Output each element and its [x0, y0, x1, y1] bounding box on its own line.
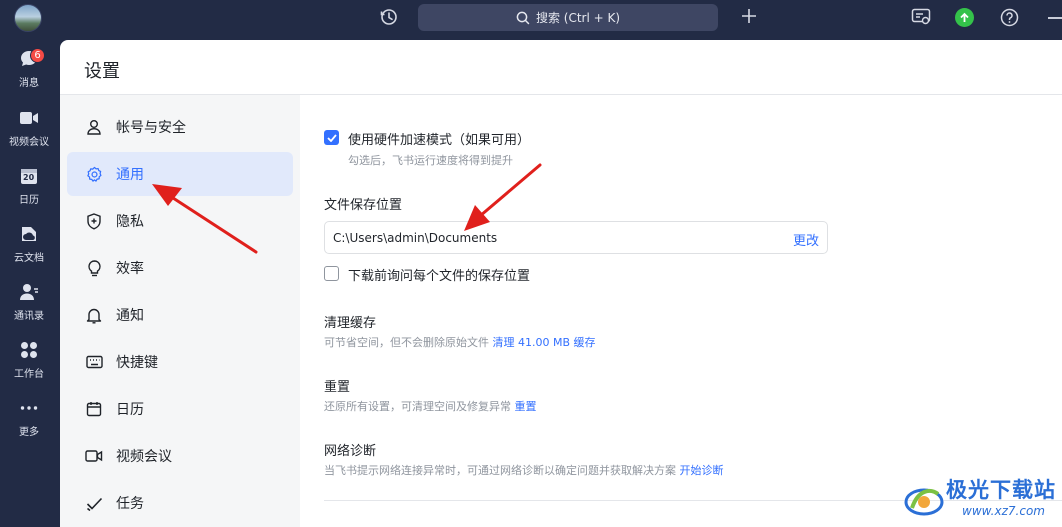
search-placeholder: 搜索 (Ctrl + K)	[535, 11, 621, 25]
menu-item-efficiency[interactable]: 效率	[67, 246, 293, 290]
history-icon[interactable]	[378, 6, 400, 28]
clear-cache-title: 清理缓存	[324, 316, 377, 331]
reset-link[interactable]: 重置	[515, 400, 537, 413]
rail-label: 日历	[19, 195, 39, 206]
task-check-icon	[85, 494, 103, 512]
settings-panel: 设置 帐号与安全 通用 隐私 效率 通知 快捷键 日历 视频会议 任务 使用硬件…	[60, 40, 1062, 527]
menu-item-label: 隐私	[116, 214, 144, 230]
menu-item-tasks[interactable]: 任务	[67, 481, 293, 525]
network-diag-desc-row: 当飞书提示网络连接异常时，可通过网络诊断以确定问题并获取解决方案 开始诊断	[324, 462, 724, 478]
hw-accel-desc: 勾选后，飞书运行速度将得到提升	[348, 154, 513, 167]
menu-item-video-meeting[interactable]: 视频会议	[67, 434, 293, 478]
rail-label: 消息	[19, 78, 39, 89]
reset-title: 重置	[324, 380, 351, 395]
aurora-logo-icon	[904, 488, 944, 516]
clear-cache-desc: 可节省空间，但不会删除原始文件	[324, 336, 489, 349]
menu-item-notifications[interactable]: 通知	[67, 293, 293, 337]
shield-plus-icon	[85, 212, 103, 230]
ask-location-label: 下载前询问每个文件的保存位置	[348, 269, 531, 284]
calendar-day-number: 20	[23, 173, 35, 182]
title-bar: 搜索 (Ctrl + K)	[0, 0, 1062, 38]
menu-item-label: 效率	[116, 261, 144, 277]
minimize-icon[interactable]	[1048, 17, 1062, 19]
more-dots-icon	[18, 397, 40, 419]
file-location-path: C:\Users\admin\Documents	[333, 231, 498, 245]
contacts-icon	[18, 281, 40, 303]
rail-label: 更多	[19, 427, 39, 438]
help-desk-icon[interactable]	[910, 6, 932, 28]
clear-cache-desc-row: 可节省空间，但不会删除原始文件 清理 41.00 MB 缓存	[324, 334, 596, 350]
menu-item-label: 视频会议	[116, 449, 172, 465]
search-input[interactable]: 搜索 (Ctrl + K)	[418, 4, 718, 31]
unread-badge: 6	[30, 48, 45, 63]
hw-accel-checkbox[interactable]	[324, 130, 339, 145]
help-icon[interactable]	[998, 6, 1020, 28]
rail-item-video-meeting[interactable]: 视频会议	[0, 103, 58, 155]
rail-item-more[interactable]: 更多	[0, 393, 58, 445]
reset-desc: 还原所有设置，可清理空间及修复异常	[324, 400, 511, 413]
update-icon[interactable]	[955, 8, 974, 27]
start-diagnosis-link[interactable]: 开始诊断	[680, 464, 724, 477]
bulb-icon	[85, 259, 103, 277]
menu-item-shortcuts[interactable]: 快捷键	[67, 340, 293, 384]
watermark-name: 极光下载站	[946, 478, 1056, 502]
search-icon	[516, 11, 530, 24]
menu-item-label: 通知	[116, 308, 144, 324]
page-title: 设置	[84, 61, 120, 82]
hw-accel-label: 使用硬件加速模式（如果可用）	[348, 133, 531, 148]
settings-menu: 帐号与安全 通用 隐私 效率 通知 快捷键 日历 视频会议 任务	[60, 95, 300, 527]
cloud-doc-icon	[18, 223, 40, 245]
plus-icon[interactable]	[738, 5, 760, 27]
gear-icon	[85, 165, 103, 183]
video-icon	[85, 447, 103, 465]
rail-item-docs[interactable]: 云文档	[0, 219, 58, 271]
keyboard-icon	[85, 353, 103, 371]
rail-label: 云文档	[14, 253, 44, 264]
menu-item-label: 帐号与安全	[116, 120, 186, 136]
clear-cache-link[interactable]: 清理 41.00 MB 缓存	[493, 336, 596, 349]
user-icon	[85, 118, 103, 136]
calendar-day-icon: 20	[18, 165, 40, 187]
rail-item-workplace[interactable]: 工作台	[0, 335, 58, 387]
menu-item-account-security[interactable]: 帐号与安全	[67, 105, 293, 149]
apps-grid-icon	[18, 339, 40, 361]
rail-item-messages[interactable]: 6 消息	[0, 44, 58, 96]
rail-label: 视频会议	[9, 137, 49, 148]
network-diag-title: 网络诊断	[324, 444, 377, 459]
calendar-icon	[85, 400, 103, 418]
video-camera-icon	[18, 107, 40, 129]
menu-item-label: 通用	[116, 167, 144, 183]
general-settings: 使用硬件加速模式（如果可用） 勾选后，飞书运行速度将得到提升 文件保存位置 C:…	[324, 95, 1062, 527]
rail-label: 通讯录	[14, 311, 44, 322]
change-location-link[interactable]: 更改	[793, 230, 819, 249]
file-location-field: C:\Users\admin\Documents 更改	[324, 221, 828, 254]
rail-item-calendar[interactable]: 20 日历	[0, 161, 58, 213]
file-location-title: 文件保存位置	[324, 198, 403, 213]
menu-item-general[interactable]: 通用	[67, 152, 293, 196]
rail-label: 工作台	[14, 369, 44, 380]
rail-item-contacts[interactable]: 通讯录	[0, 277, 58, 329]
menu-item-calendar[interactable]: 日历	[67, 387, 293, 431]
nav-rail: 6 消息 视频会议 20 日历 云文档 通讯录 工作台 更多	[0, 38, 58, 527]
watermark: 极光下载站 www.xz7.com	[900, 474, 1058, 524]
menu-item-privacy[interactable]: 隐私	[67, 199, 293, 243]
avatar[interactable]	[14, 4, 42, 32]
watermark-url: www.xz7.com	[962, 504, 1045, 518]
menu-item-label: 任务	[116, 496, 144, 512]
reset-desc-row: 还原所有设置，可清理空间及修复异常 重置	[324, 398, 537, 414]
menu-item-label: 快捷键	[116, 355, 158, 371]
ask-location-checkbox[interactable]	[324, 266, 339, 281]
bell-icon	[85, 306, 103, 324]
menu-item-label: 日历	[116, 402, 144, 418]
network-diag-desc: 当飞书提示网络连接异常时，可通过网络诊断以确定问题并获取解决方案	[324, 464, 676, 477]
